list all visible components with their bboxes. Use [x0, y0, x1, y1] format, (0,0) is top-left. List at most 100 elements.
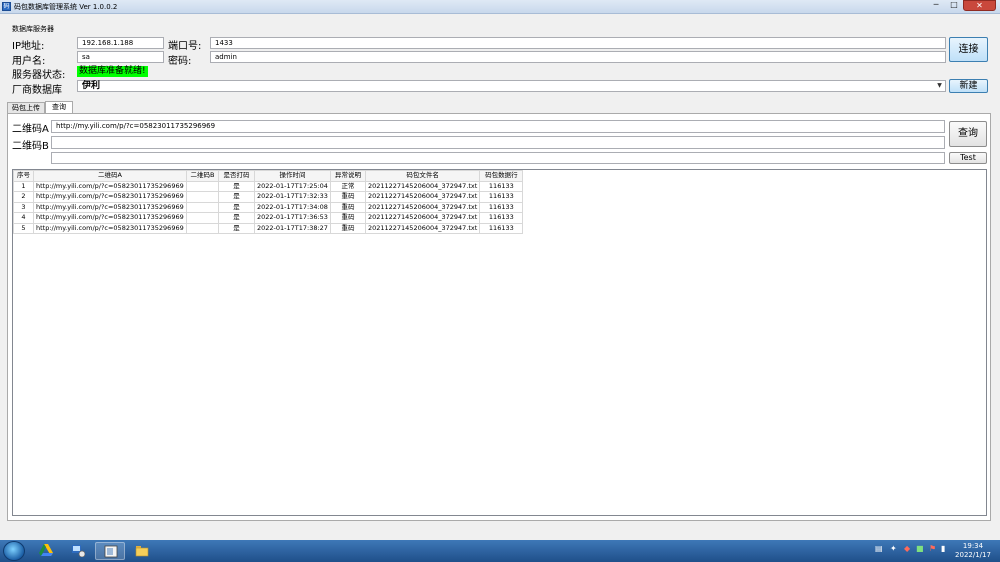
- signal-tray-icon[interactable]: ▮: [941, 544, 945, 553]
- cell-time: 2022-01-17T17:34:08: [254, 201, 331, 213]
- status-badge: 数据库准备就绪!: [77, 66, 148, 77]
- cell-line: 116133: [479, 180, 524, 192]
- flag-tray-icon[interactable]: ⚑: [929, 544, 936, 553]
- password-field[interactable]: admin: [210, 51, 946, 63]
- table-row[interactable]: 3 http://my.yili.com/p/?c=05823011735296…: [13, 201, 524, 213]
- maximize-button[interactable]: □: [945, 0, 963, 11]
- new-button[interactable]: 新建: [949, 79, 988, 93]
- cell-line: 116133: [479, 191, 524, 203]
- column-header[interactable]: 是否打码: [218, 170, 255, 182]
- cell-time: 2022-01-17T17:38:27: [254, 222, 331, 234]
- user-field[interactable]: sa: [77, 51, 164, 63]
- cell-filename: 20211227145206004_372947.txt: [364, 191, 481, 203]
- table-row[interactable]: 4 http://my.yili.com/p/?c=05823011735296…: [13, 212, 524, 224]
- taskbar: ▤ ✦ ◆ ■ ⚑ ▮ 19:34 2022/1/17: [0, 540, 1000, 562]
- table-row[interactable]: 2 http://my.yili.com/p/?c=05823011735296…: [13, 191, 524, 203]
- vendor-label: 厂商数据库: [12, 85, 62, 96]
- column-header[interactable]: 码包数据行: [479, 170, 524, 182]
- window-title: 码包数据库管理系统 Ver 1.0.0.2: [14, 3, 118, 11]
- window-app-icon: [104, 545, 118, 558]
- cell-index: 5: [13, 222, 34, 234]
- column-header[interactable]: 二维码B: [186, 170, 219, 182]
- status-label: 服务器状态:: [12, 70, 66, 81]
- cell-printed: 是: [218, 201, 255, 213]
- close-button[interactable]: ✕: [963, 0, 996, 11]
- taskbar-app-folder[interactable]: [127, 542, 157, 560]
- cell-note: 重码: [329, 222, 366, 234]
- cell-filename: 20211227145206004_372947.txt: [364, 180, 481, 192]
- cell-filename: 20211227145206004_372947.txt: [364, 222, 481, 234]
- vendor-select[interactable]: 伊利 ▼: [77, 80, 946, 92]
- cell-qr-b: [186, 222, 219, 234]
- query-button[interactable]: 查询: [949, 121, 987, 147]
- ip-field[interactable]: 192.168.1.188: [77, 37, 164, 49]
- column-header[interactable]: 码包文件名: [364, 170, 481, 182]
- extra-input[interactable]: [51, 152, 945, 164]
- start-orb-icon[interactable]: [3, 541, 25, 561]
- server-group-title: 数据库服务器: [12, 25, 54, 33]
- cell-qr-a: http://my.yili.com/p/?c=0582301173529696…: [33, 222, 187, 234]
- qr-a-label: 二维码A: [12, 124, 49, 135]
- alert-tray-icon[interactable]: ◆: [904, 544, 910, 553]
- clock-date: 2022/1/17: [955, 551, 991, 559]
- cell-filename: 20211227145206004_372947.txt: [364, 201, 481, 213]
- cell-printed: 是: [218, 212, 255, 224]
- table-row[interactable]: 1 http://my.yili.com/p/?c=05823011735296…: [13, 180, 524, 192]
- title-bar: 码 码包数据库管理系统 Ver 1.0.0.2 ─ □ ✕: [0, 0, 1000, 14]
- taskbar-app-network[interactable]: [63, 542, 93, 560]
- connect-button[interactable]: 连接: [949, 37, 988, 62]
- port-label: 端口号:: [168, 41, 202, 52]
- column-header[interactable]: 异常说明: [329, 170, 366, 182]
- results-grid[interactable]: 序号 二维码A 二维码B 是否打码 操作时间 异常说明 码包文件名 码包数据行 …: [12, 169, 987, 516]
- app-icon[interactable]: 码: [2, 2, 11, 11]
- cell-qr-b: [186, 191, 219, 203]
- cell-note: 重码: [329, 191, 366, 203]
- bluetooth-tray-icon[interactable]: ✦: [890, 544, 897, 553]
- qr-b-input[interactable]: [51, 136, 945, 149]
- results-table: 序号 二维码A 二维码B 是否打码 操作时间 异常说明 码包文件名 码包数据行 …: [13, 170, 524, 234]
- printer-tray-icon[interactable]: ▤: [875, 544, 883, 553]
- cell-index: 4: [13, 212, 34, 224]
- taskbar-app-drive[interactable]: [31, 542, 61, 560]
- clock-time: 19:34: [962, 542, 984, 550]
- cell-line: 116133: [479, 222, 524, 234]
- cell-printed: 是: [218, 191, 255, 203]
- ip-label: IP地址:: [12, 41, 45, 52]
- google-drive-icon: [39, 544, 53, 556]
- vendor-select-value: 伊利: [82, 81, 101, 91]
- cell-line: 116133: [479, 201, 524, 213]
- cell-note: 正常: [329, 180, 366, 192]
- chevron-down-icon[interactable]: ▼: [935, 82, 944, 90]
- cell-index: 1: [13, 180, 34, 192]
- network-app-icon: [72, 545, 85, 557]
- cell-line: 116133: [479, 212, 524, 224]
- cell-time: 2022-01-17T17:25:04: [254, 180, 331, 192]
- folder-icon: [135, 546, 149, 557]
- port-field[interactable]: 1433: [210, 37, 946, 49]
- cell-qr-a: http://my.yili.com/p/?c=0582301173529696…: [33, 180, 187, 192]
- column-header[interactable]: 二维码A: [33, 170, 187, 182]
- cell-note: 重码: [329, 201, 366, 213]
- cell-time: 2022-01-17T17:36:53: [254, 212, 331, 224]
- cell-qr-a: http://my.yili.com/p/?c=0582301173529696…: [33, 212, 187, 224]
- minimize-button[interactable]: ─: [927, 0, 945, 11]
- qr-a-input[interactable]: http://my.yili.com/p/?c=0582301173529696…: [51, 120, 945, 133]
- column-header[interactable]: 操作时间: [254, 170, 331, 182]
- cell-qr-b: [186, 212, 219, 224]
- password-label: 密码:: [168, 56, 192, 67]
- taskbar-app-window[interactable]: [95, 542, 125, 560]
- taskbar-clock[interactable]: 19:34 2022/1/17: [952, 542, 994, 560]
- cell-time: 2022-01-17T17:32:33: [254, 191, 331, 203]
- cell-qr-a: http://my.yili.com/p/?c=0582301173529696…: [33, 191, 187, 203]
- qr-b-label: 二维码B: [12, 141, 49, 152]
- cell-note: 重码: [329, 212, 366, 224]
- test-button[interactable]: Test: [949, 152, 987, 164]
- table-header-row: 序号 二维码A 二维码B 是否打码 操作时间 异常说明 码包文件名 码包数据行: [13, 170, 524, 182]
- cell-index: 3: [13, 201, 34, 213]
- table-row[interactable]: 5 http://my.yili.com/p/?c=05823011735296…: [13, 222, 524, 234]
- shield-tray-icon[interactable]: ■: [916, 544, 924, 553]
- column-header[interactable]: 序号: [13, 170, 34, 182]
- cell-qr-a: http://my.yili.com/p/?c=0582301173529696…: [33, 201, 187, 213]
- cell-printed: 是: [218, 180, 255, 192]
- user-label: 用户名:: [12, 56, 46, 67]
